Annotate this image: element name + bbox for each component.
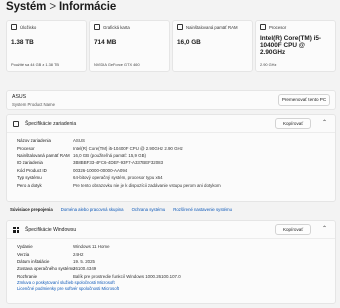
storage-card[interactable]: Úložisko 1.38 TB Použité sa 44 GB z 1.38… [6, 20, 87, 72]
spec-row: ID zariadenia 3B8BBF33-4FC6-4DEF-93F7-A33… [17, 159, 335, 166]
card-sub: NVIDIA GeForce GTX 460 [94, 62, 140, 67]
spec-key: Pero a dotyk [17, 182, 42, 188]
spec-value: Balík pre prostredie funkcií Windows 100… [73, 273, 181, 279]
spec-value: 64-bitový operačný systém, procesor typu… [73, 175, 163, 181]
card-sub: 2.90 GHz [260, 62, 277, 67]
device-specifications: Špecifikácie zariadenia Kopírovať ⌃ Názo… [6, 114, 336, 202]
device-name: ASUS [12, 94, 27, 100]
spec-value: 26100.4349 [73, 266, 97, 272]
ram-card[interactable]: Nainštalovaná pamäť RAM 16,0 GB [172, 20, 253, 72]
spec-row: Kód Product ID 00326-10000-00000-AA094 [17, 167, 335, 174]
card-value: 16,0 GB [177, 39, 201, 46]
windows-spec-header[interactable]: Špecifikácie Windowsu Kopírovať ⌃ [7, 221, 335, 239]
spec-value: 19. 5. 2025 [73, 258, 95, 264]
spec-key: ID zariadenia [17, 160, 43, 166]
storage-icon [11, 24, 17, 30]
copy-button[interactable]: Kopírovať [275, 224, 311, 235]
spec-key: Nainštalovaná pamäť RAM [17, 152, 70, 158]
breadcrumb-current: Informácie [58, 1, 117, 13]
breadcrumb-root[interactable]: Systém [6, 1, 46, 13]
device-name-panel: ASUS System Product Name Premenovať tent… [6, 90, 336, 110]
spec-value: 3B8BBF33-4FC6-4DEF-93F7-A337BEF32083 [73, 160, 164, 166]
spec-value: 24H2 [73, 251, 84, 257]
spec-key: Vydanie [17, 244, 33, 250]
card-label: Grafická karta [103, 24, 130, 30]
spec-value: Pre tento obrazovku nie je k dispozícii … [73, 182, 221, 188]
spec-row: Rozhranie Balík pre prostredie funkcií Wi… [17, 273, 335, 280]
spec-key: Rozhranie [17, 273, 38, 279]
breadcrumb-separator: > [49, 1, 56, 13]
chevron-up-icon[interactable]: ⌃ [322, 225, 327, 232]
card-value: Intel(R) Core(TM) i5-10400F CPU @ 2.90GH… [260, 35, 322, 56]
spec-key: Dátum inštalácie [17, 258, 50, 264]
summary-cards: Úložisko 1.38 TB Použité sa 44 GB z 1.38… [6, 20, 336, 72]
rename-pc-button[interactable]: Premenovať tento PC [278, 94, 330, 106]
card-value: 714 MB [94, 39, 117, 46]
spec-value: Windows 11 Home [73, 244, 110, 250]
windows-specifications: Špecifikácie Windowsu Kopírovať ⌃ Vydani… [6, 220, 336, 304]
spec-row: Vydanie Windows 11 Home [17, 243, 335, 250]
spec-value: ASUS [73, 138, 85, 144]
license-links: Zmluva o poskytovaní služieb spoločnosti… [7, 280, 335, 292]
card-value: 1.38 TB [11, 39, 34, 46]
spec-key: Kód Product ID [17, 167, 47, 173]
link-license-terms[interactable]: Licenčné podmienky pre softvér spoločnos… [17, 286, 335, 292]
spec-key: Verzia [17, 251, 30, 257]
spec-row: Pero a dotyk Pre tento obrazovku nie je k… [17, 181, 335, 188]
related-links: Súvisiace prepojenia Doména alebo pracov… [6, 204, 336, 214]
spec-key: Názov zariadenia [17, 138, 51, 144]
chevron-up-icon[interactable]: ⌃ [322, 119, 327, 126]
spec-value: 16,0 GB (použiteľná pamäť: 15,9 GB) [73, 152, 146, 158]
windows-icon [13, 226, 20, 233]
device-model: System Product Name [12, 102, 55, 107]
card-label: Úložisko [20, 24, 37, 30]
ram-icon [177, 24, 183, 30]
link-advanced-settings[interactable]: Rozšírené nastavenie systému [173, 207, 232, 212]
spec-row: Dátum inštalácie 19. 5. 2025 [17, 258, 335, 265]
link-system-protection[interactable]: Ochrana systému [132, 207, 166, 212]
graphics-card-icon [94, 24, 100, 30]
link-domain-workgroup[interactable]: Doména alebo pracovná skupina [61, 207, 124, 212]
windows-spec-list: Vydanie Windows 11 Home Verzia 24H2 Dátum … [7, 239, 335, 280]
spec-key: Zostava operačného systému [17, 266, 75, 272]
spec-row: Typ systému 64-bitový operačný systém, pr… [17, 174, 335, 181]
related-label: Súvisiace prepojenia [10, 206, 53, 212]
spec-value: Intel(R) Core(TM) i5-10400F CPU @ 2.90GH… [73, 145, 183, 151]
card-label: Nainštalovaná pamäť RAM [186, 24, 238, 30]
spec-key: Typ systému [17, 175, 42, 181]
spec-row: Nainštalovaná pamäť RAM 16,0 GB (použiteľ… [17, 152, 335, 159]
card-sub: Použité sa 44 GB z 1.38 TB [11, 62, 59, 67]
section-title: Špecifikácie zariadenia [25, 121, 77, 127]
section-title: Špecifikácie Windowsu [25, 227, 77, 233]
page-title: Systém > Informácie [6, 1, 116, 13]
device-spec-header[interactable]: Špecifikácie zariadenia Kopírovať ⌃ [7, 115, 335, 133]
card-label: Procesor [269, 24, 287, 30]
processor-card[interactable]: Procesor Intel(R) Core(TM) i5-10400F CPU… [255, 20, 336, 72]
graphics-card[interactable]: Grafická karta 714 MB NVIDIA GeForce GTX… [89, 20, 170, 72]
device-spec-list: Názov zariadenia ASUS Procesor Intel(R) Co… [7, 133, 335, 189]
spec-row: Zostava operačného systému 26100.4349 [17, 265, 335, 272]
info-icon [13, 121, 19, 127]
spec-value: 00326-10000-00000-AA094 [73, 167, 128, 173]
spec-row: Názov zariadenia ASUS [17, 137, 335, 144]
spec-row: Procesor Intel(R) Core(TM) i5-10400F CPU … [17, 144, 335, 151]
processor-icon [260, 24, 266, 30]
spec-key: Procesor [17, 145, 35, 151]
copy-button[interactable]: Kopírovať [275, 118, 311, 129]
spec-row: Verzia 24H2 [17, 250, 335, 257]
